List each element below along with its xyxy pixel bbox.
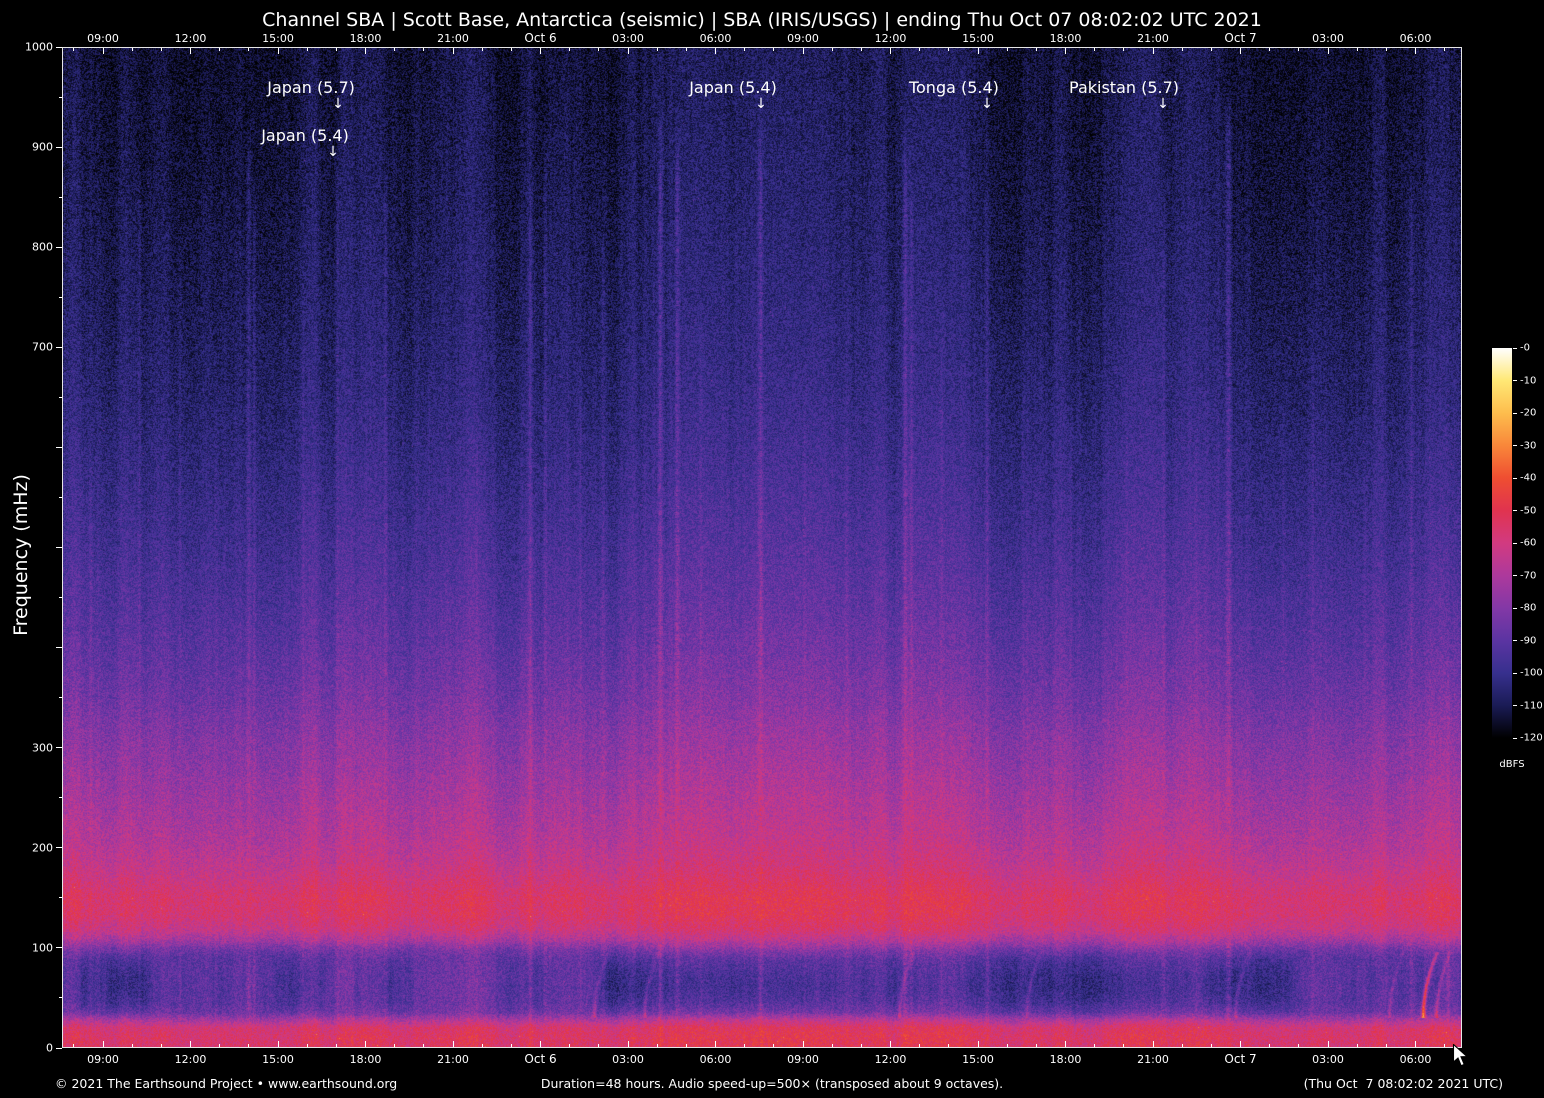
x-tick-label-bottom: 18:00 bbox=[1049, 1053, 1082, 1066]
colorbar-tick-label: -110 bbox=[1520, 700, 1543, 711]
x-tick-label-bottom: 21:00 bbox=[1137, 1053, 1169, 1066]
x-tick-label-bottom: 06:00 bbox=[1399, 1053, 1432, 1066]
x-tick-label-top: Oct 6 bbox=[524, 31, 557, 45]
y-tick-label: 300 bbox=[32, 741, 53, 755]
colorbar-tick-label: -20 bbox=[1520, 407, 1537, 419]
colorbar-tick bbox=[1513, 737, 1517, 739]
colorbar-tick bbox=[1513, 640, 1517, 641]
colorbar-tick bbox=[1513, 575, 1517, 576]
mouse-cursor-icon bbox=[1452, 1044, 1469, 1067]
colorbar-tick bbox=[1513, 412, 1517, 414]
colorbar-tick bbox=[1513, 672, 1517, 674]
x-tick-label-bottom: 12:00 bbox=[174, 1053, 207, 1066]
x-tick-label-top: 03:00 bbox=[1312, 32, 1344, 45]
colorbar-tick-label: -50 bbox=[1520, 505, 1537, 516]
x-tick-label-top: 12:00 bbox=[874, 32, 907, 45]
x-tick-label-bottom: 03:00 bbox=[612, 1053, 644, 1066]
colorbar-tick bbox=[1513, 510, 1517, 511]
x-tick-label-bottom: 09:00 bbox=[87, 1053, 119, 1066]
colorbar-tick-label: -100 bbox=[1520, 667, 1543, 679]
y-tick-label: 700 bbox=[32, 340, 53, 354]
x-tick-label-top: 15:00 bbox=[262, 32, 294, 45]
colorbar-tick-label: -70 bbox=[1520, 570, 1537, 581]
x-tick-label-bottom: 15:00 bbox=[962, 1053, 994, 1066]
x-tick-label-bottom: 15:00 bbox=[262, 1053, 294, 1066]
x-tick-label-bottom: Oct 6 bbox=[524, 1052, 557, 1066]
x-tick-label-top: 18:00 bbox=[1049, 32, 1082, 45]
colorbar-tick-label: -10 bbox=[1520, 375, 1537, 386]
spectrogram-figure: Channel SBA | Scott Base, Antarctica (se… bbox=[0, 0, 1544, 1098]
y-tick-label: 1000 bbox=[25, 40, 53, 54]
colorbar-tick-label: -60 bbox=[1520, 537, 1537, 549]
x-tick-label-top: 03:00 bbox=[612, 32, 644, 45]
y-tick-label: 0 bbox=[46, 1041, 53, 1055]
colorbar-tick bbox=[1513, 542, 1517, 544]
x-tick-label-top: 06:00 bbox=[699, 32, 732, 45]
colorbar-gradient bbox=[1492, 348, 1512, 738]
x-tick-label-top: Oct 7 bbox=[1224, 31, 1257, 45]
x-tick-label-top: 21:00 bbox=[1137, 32, 1169, 45]
x-tick-label-bottom: Oct 7 bbox=[1224, 1052, 1257, 1066]
colorbar-tick-label: -120 bbox=[1520, 732, 1543, 744]
x-tick-label-bottom: 18:00 bbox=[349, 1053, 382, 1066]
x-tick-label-bottom: 06:00 bbox=[699, 1053, 732, 1066]
x-tick-label-bottom: 21:00 bbox=[437, 1053, 469, 1066]
colorbar-tick bbox=[1513, 607, 1517, 609]
x-tick-label-top: 18:00 bbox=[349, 32, 382, 45]
colorbar-tick bbox=[1513, 347, 1517, 349]
colorbar-tick bbox=[1513, 705, 1517, 706]
colorbar-tick-label: -30 bbox=[1520, 440, 1537, 451]
colorbar-tick bbox=[1513, 445, 1517, 446]
y-tick-label: 200 bbox=[32, 841, 53, 855]
y-tick-label: 800 bbox=[32, 240, 53, 254]
x-tick-label-top: 09:00 bbox=[87, 32, 119, 45]
colorbar-tick bbox=[1513, 477, 1517, 479]
y-tick-label: 900 bbox=[32, 140, 53, 154]
y-axis-title: Frequency (mHz) bbox=[10, 474, 32, 636]
colorbar-tick-label: -0 bbox=[1520, 342, 1530, 354]
colorbar-tick-label: -80 bbox=[1520, 602, 1537, 614]
x-tick-label-top: 15:00 bbox=[962, 32, 994, 45]
colorbar-tick bbox=[1513, 380, 1517, 381]
colorbar-tick-label: -40 bbox=[1520, 472, 1537, 484]
x-tick-label-top: 21:00 bbox=[437, 32, 469, 45]
x-tick-label-top: 06:00 bbox=[1399, 32, 1432, 45]
y-tick-label: 100 bbox=[32, 941, 53, 955]
x-tick-label-top: 12:00 bbox=[174, 32, 207, 45]
footer-render-timestamp: (Thu Oct 7 08:02:02 2021 UTC) bbox=[1303, 1076, 1503, 1091]
x-tick-label-bottom: 09:00 bbox=[787, 1053, 819, 1066]
x-tick-label-bottom: 03:00 bbox=[1312, 1053, 1344, 1066]
x-tick-label-top: 09:00 bbox=[787, 32, 819, 45]
colorbar-unit-label: dBFS bbox=[1499, 759, 1525, 770]
x-tick-label-bottom: 12:00 bbox=[874, 1053, 907, 1066]
figure-title: Channel SBA | Scott Base, Antarctica (se… bbox=[262, 9, 1262, 31]
spectrogram-canvas bbox=[62, 47, 1462, 1048]
colorbar-tick-label: -90 bbox=[1520, 635, 1537, 646]
